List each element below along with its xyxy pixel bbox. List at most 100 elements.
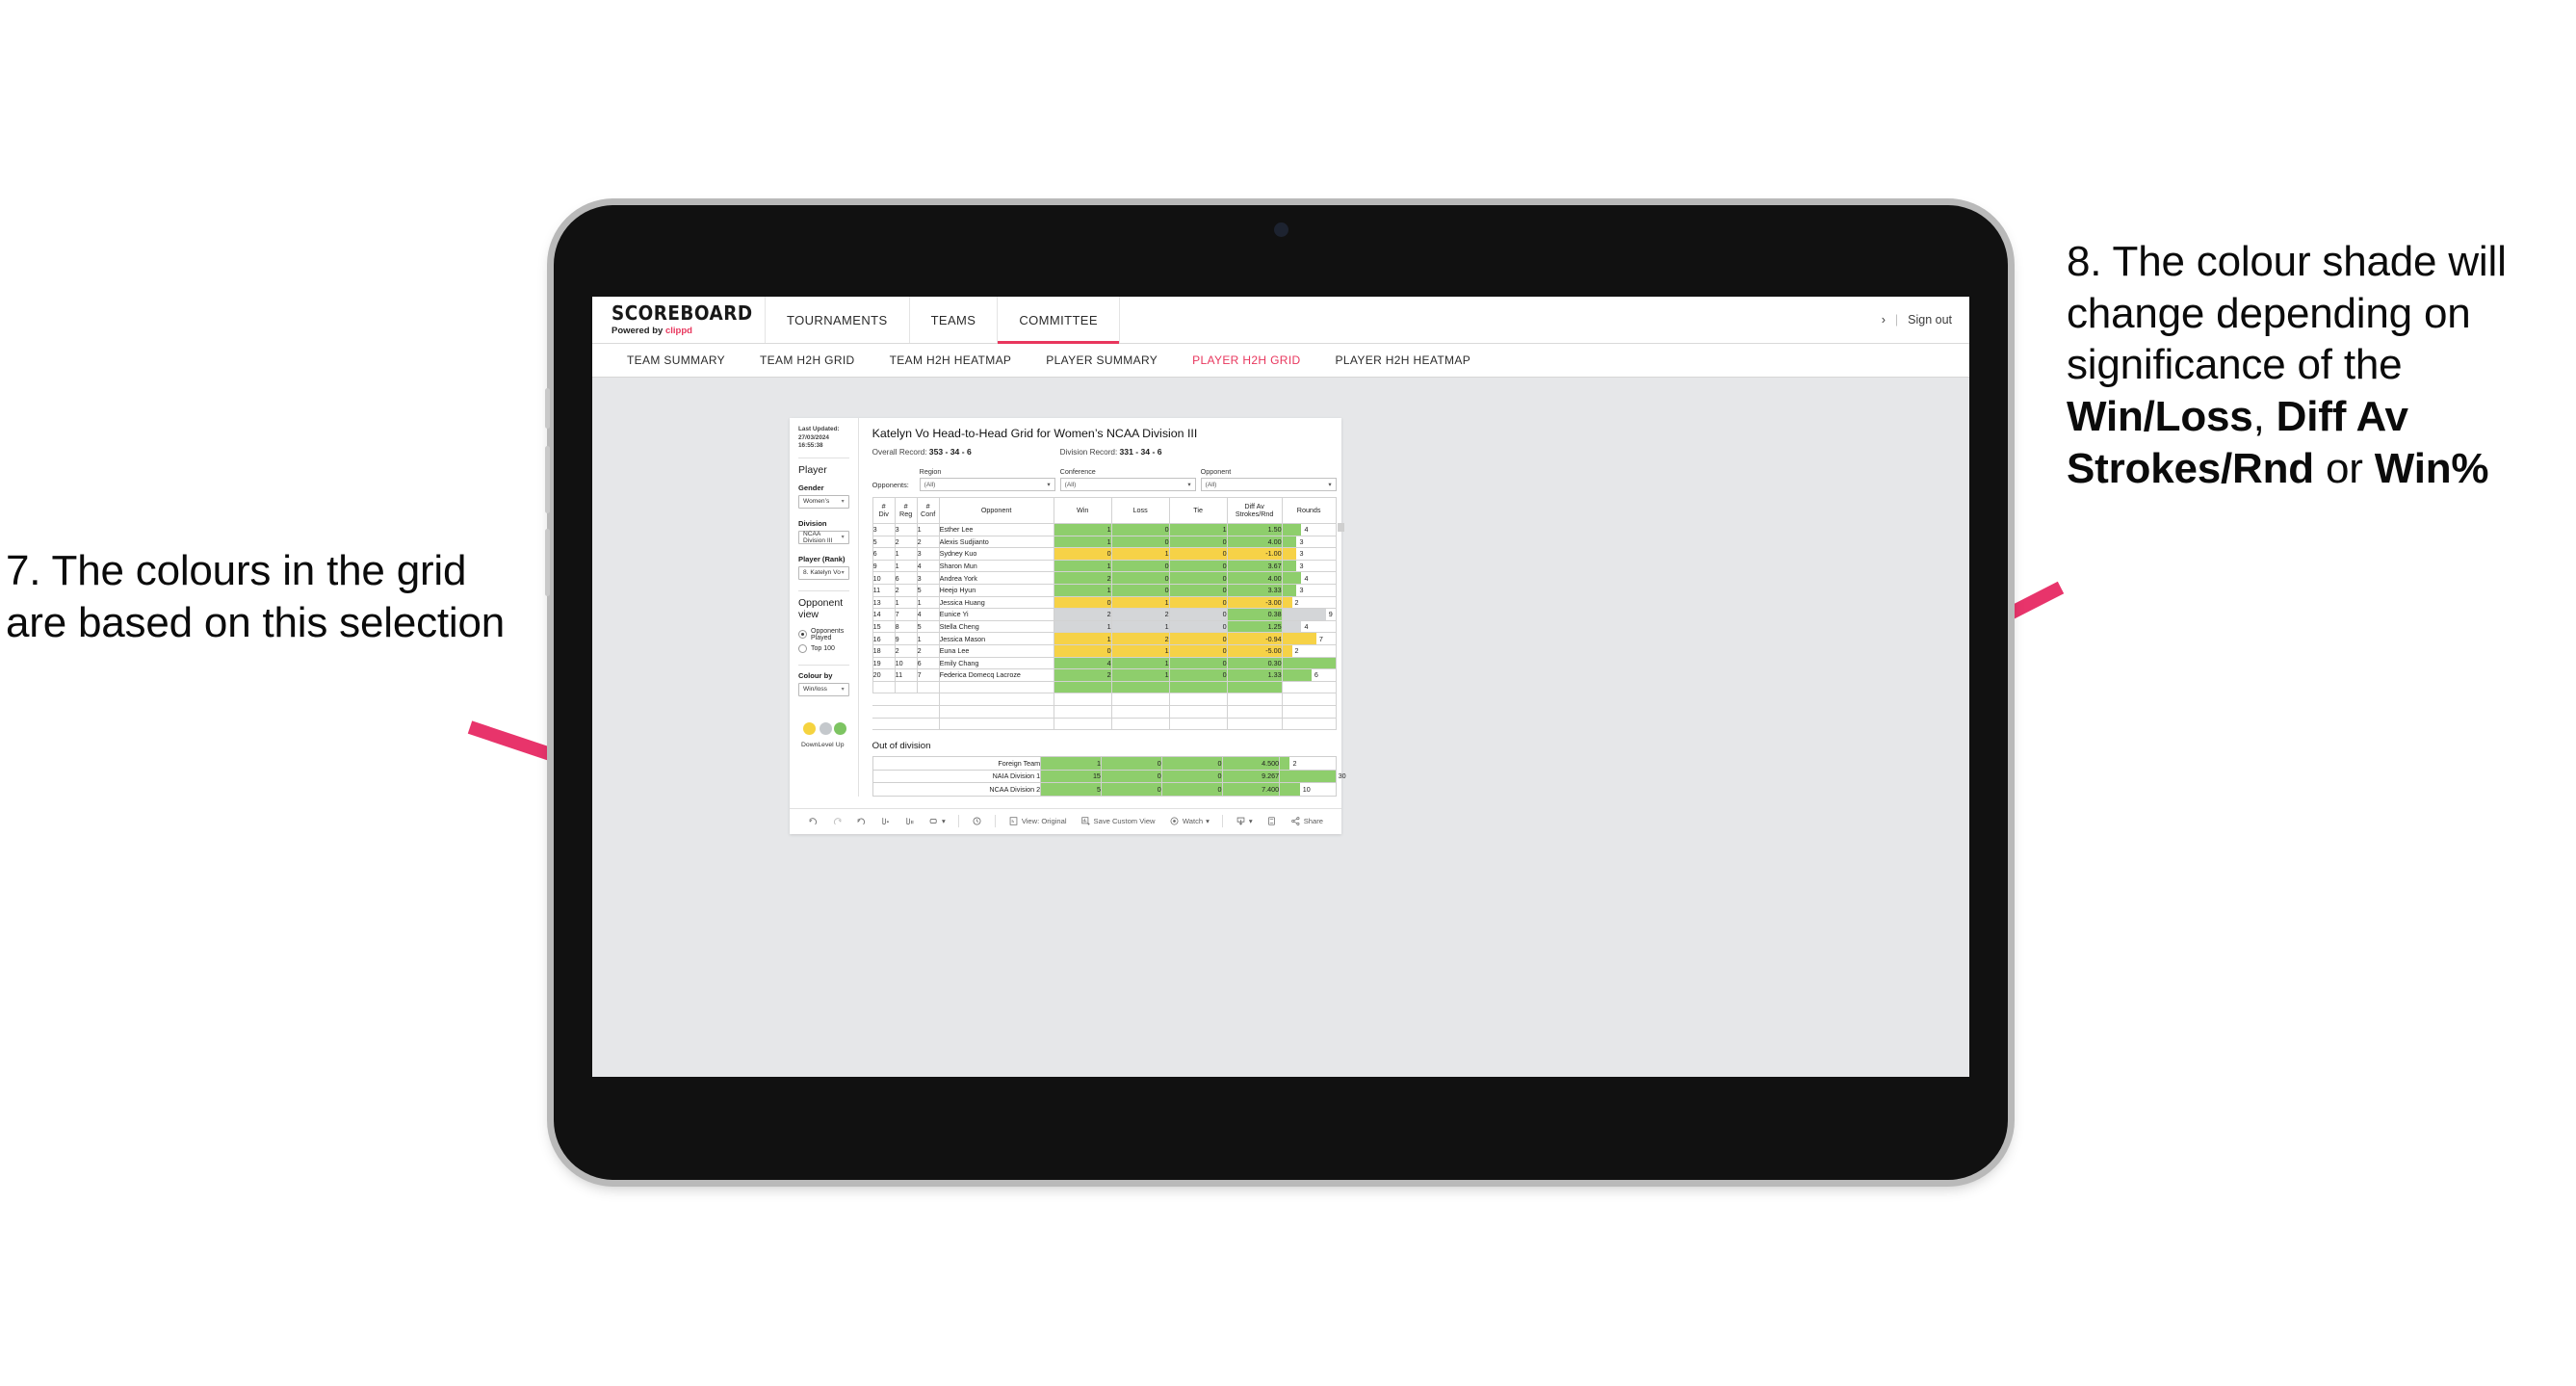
rounds-bar <box>1283 585 1297 596</box>
refresh-add-button[interactable] <box>873 816 898 826</box>
save-custom-view-button[interactable]: Save Custom View <box>1074 816 1162 826</box>
cell-rounds: 3 <box>1281 583 1337 597</box>
revert-button[interactable] <box>849 816 873 826</box>
table-row[interactable]: 19106Emily Chang4100.3011 <box>872 656 1337 670</box>
table-row[interactable]: 13 1 1 Jessica Huang 0 1 0 -3.00 2 <box>872 595 1337 610</box>
cell-group-label: NCAA Division 2 <box>872 782 1042 797</box>
nav-tab-committee[interactable]: COMMITTEE <box>998 297 1120 344</box>
radio-top-100[interactable]: Top 100 <box>798 643 849 653</box>
cell-tie: 0 <box>1168 643 1228 658</box>
cell-tie: 1 <box>1168 523 1228 536</box>
cell-loss: 1 <box>1110 643 1170 658</box>
filter-conference-select[interactable]: (All) ▾ <box>1059 478 1196 491</box>
filter-opponent-select[interactable]: (All) ▾ <box>1200 478 1337 491</box>
rounds-bar <box>1280 770 1336 783</box>
subtab-team-h2h-heatmap[interactable]: TEAM H2H HEATMAP <box>872 353 1029 367</box>
legend-label-level: Level <box>818 741 834 748</box>
cell-win: 2 <box>1053 668 1112 682</box>
cell-opponent: Euna Lee <box>938 643 1054 658</box>
out-of-division-row[interactable]: NAIA Division 1 15 0 0 9.267 30 <box>872 769 1346 784</box>
fullscreen-button[interactable] <box>1260 816 1284 826</box>
nav-tab-teams[interactable]: TEAMS <box>910 297 999 343</box>
cell-opponent: Emily Chang <box>938 656 1054 670</box>
division-label: Division <box>798 518 827 528</box>
cell-diff-av-strokes: 9.267 <box>1221 769 1281 784</box>
chevron-down-icon: ▾ <box>1328 482 1332 488</box>
sign-out-link[interactable]: Sign out <box>1908 313 1952 327</box>
table-row[interactable]: 16 9 1 Jessica Mason 1 2 0 -0.94 7 <box>872 632 1337 645</box>
table-row[interactable]: 5 2 2 Alexis Sudjianto 1 0 0 4.00 3 <box>872 535 1337 549</box>
table-row[interactable]: 14 7 4 Eunice Yi 2 2 0 0.38 9 <box>872 608 1337 621</box>
subtab-team-summary[interactable]: TEAM SUMMARY <box>610 353 742 367</box>
cell-win: 1 <box>1053 619 1112 634</box>
subtab-player-h2h-heatmap[interactable]: PLAYER H2H HEATMAP <box>1318 353 1489 367</box>
cell-rounds: 3 <box>1281 559 1337 573</box>
table-row[interactable]: 6 1 3 Sydney Kuo 0 1 0 -1.00 3 <box>872 547 1337 561</box>
cell-loss: 0 <box>1100 782 1162 797</box>
cell-rounds: 10 <box>1279 782 1337 797</box>
colour-by-select[interactable]: Win/loss ▾ <box>798 682 849 696</box>
rounds-value: 4 <box>1304 573 1309 583</box>
subtab-player-summary[interactable]: PLAYER SUMMARY <box>1028 353 1175 367</box>
filter-opponent-value: (All) <box>1205 481 1217 488</box>
table-row[interactable]: 18 2 2 Euna Lee 0 1 0 -5.00 2 <box>872 643 1337 658</box>
fit-icon <box>929 819 937 824</box>
gender-select[interactable]: Women’s ▾ <box>798 494 849 509</box>
cell-loss: 2 <box>1110 608 1170 621</box>
subtab-player-h2h-grid[interactable]: PLAYER H2H GRID <box>1175 353 1317 367</box>
download-button[interactable]: ▾ <box>1229 816 1260 826</box>
cell-diff-av-strokes: 3.67 <box>1226 559 1283 573</box>
pause-data-button[interactable] <box>898 816 922 826</box>
volume-up-button[interactable] <box>545 446 550 513</box>
annotation-8-sep2: or <box>2313 444 2375 492</box>
volume-down-button[interactable] <box>545 529 550 596</box>
subtab-team-h2h-grid[interactable]: TEAM H2H GRID <box>742 353 872 367</box>
cell-opponent: Jessica Huang <box>938 595 1054 610</box>
table-row[interactable]: 11 2 5 Heejo Hyun 1 0 0 3.33 3 <box>872 583 1337 597</box>
filter-conference-label: Conference <box>1059 467 1096 476</box>
radio-opponents-played[interactable]: Opponents Played <box>798 628 849 641</box>
cell-diff-av-strokes: 0.38 <box>1226 608 1283 621</box>
out-of-division-row[interactable]: NCAA Division 2 5 0 0 7.400 10 <box>872 782 1337 797</box>
nav-tab-tournaments[interactable]: TOURNAMENTS <box>766 297 910 343</box>
watch-button[interactable]: Watch ▾ <box>1162 816 1216 826</box>
redo-button[interactable] <box>825 816 849 826</box>
table-row[interactable]: 15 8 5 Stella Cheng 1 1 0 1.25 4 <box>872 619 1337 634</box>
filter-region-select[interactable]: (All) ▾ <box>919 478 1055 491</box>
redo-icon <box>833 818 842 825</box>
view-original-button[interactable]: View: Original <box>1002 816 1074 826</box>
col-win: Win <box>1053 497 1112 524</box>
table-row[interactable]: 3 3 1 Esther Lee 1 0 1 1.50 4 <box>872 523 1337 536</box>
radio-icon-selected <box>798 630 807 640</box>
table-row[interactable]: 20 11 7 Federica Domecq Lacroze 2 1 0 1.33 6 <box>872 668 1337 682</box>
cell-diff-av-strokes: 1.25 <box>1226 619 1283 634</box>
cell-conf: 4 <box>916 608 940 621</box>
pause-icon <box>906 818 914 825</box>
workspace: Last Updated: 27/03/2024 16:55:38 Player… <box>592 378 1969 1077</box>
chevron-right-icon[interactable]: › <box>1882 313 1886 327</box>
table-row[interactable]: 10 6 3 Andrea York 2 0 0 4.00 4 <box>872 571 1337 585</box>
history-button[interactable] <box>965 816 989 826</box>
col-rounds: Rounds <box>1281 497 1337 524</box>
fit-button[interactable]: ▾ <box>922 816 952 826</box>
cell-diff-av-strokes: 7.400 <box>1221 782 1281 797</box>
table-row[interactable]: 9 1 4 Sharon Mun 1 0 0 3.67 3 <box>872 559 1337 573</box>
filter-conference: Conference (All) ▾ <box>1059 467 1196 491</box>
revert-icon <box>857 818 866 825</box>
overall-record-value: 353 - 34 - 6 <box>928 447 972 457</box>
power-button[interactable] <box>545 388 550 429</box>
cell-rounds: 3 <box>1281 535 1337 549</box>
toolbar-divider <box>994 815 996 828</box>
view-original-icon <box>1009 817 1018 826</box>
undo-button[interactable] <box>801 816 825 826</box>
rounds-value: 3 <box>1299 536 1304 546</box>
vertical-scrollbar-thumb[interactable] <box>1337 523 1344 532</box>
out-of-division-row[interactable]: Foreign Team 1 0 0 4.500 2 <box>872 756 1337 771</box>
cell-reg: 1 <box>894 595 918 610</box>
refresh-add-icon <box>882 818 889 825</box>
cell-group-label: NAIA Division 1 <box>872 769 1042 784</box>
logo[interactable]: SCOREBOARD Powered by clippd <box>592 297 766 343</box>
player-rank-select[interactable]: 8. Katelyn Vo ▾ <box>798 565 849 580</box>
division-select[interactable]: NCAA Division III ▾ <box>798 530 849 544</box>
share-button[interactable]: Share <box>1284 816 1330 826</box>
